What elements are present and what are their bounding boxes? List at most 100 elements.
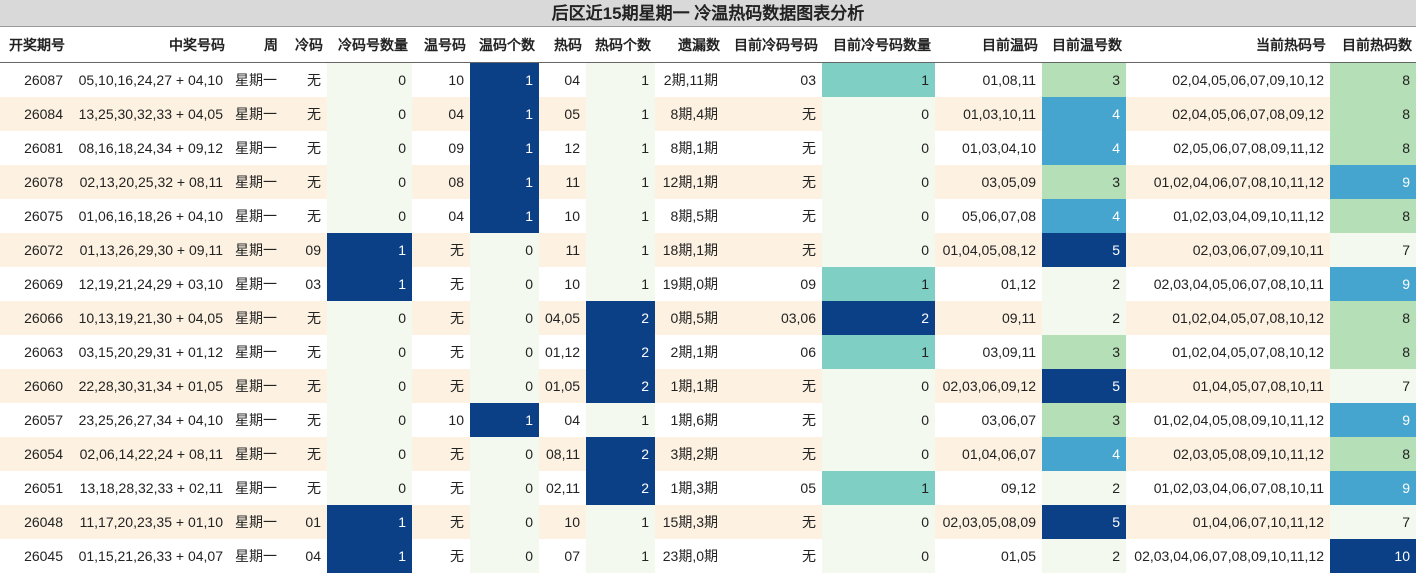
table-cell: 星期一 (229, 165, 282, 199)
table-cell: 4 (1042, 199, 1126, 233)
table-cell: 1 (586, 165, 655, 199)
table-cell: 2 (1042, 471, 1126, 505)
column-header: 热码个数 (586, 27, 655, 63)
table-cell: 0 (822, 199, 935, 233)
table-cell: 星期一 (235, 72, 277, 88)
table-cell: 2 (1042, 267, 1126, 301)
table-cell: 1 (586, 403, 655, 437)
table-cell: 1 (327, 233, 412, 267)
table-cell: 08 (412, 165, 470, 199)
column-header: 遗漏数 (655, 27, 724, 63)
table-cell: 26045 (24, 548, 63, 564)
table-cell: 无 (307, 72, 321, 88)
table-cell: 1 (822, 267, 935, 301)
table-cell: 02,03,04,06,07,08,09,10,11,12 (1134, 548, 1324, 564)
table-cell: 8 (1330, 97, 1416, 131)
table-cell: 26063 (24, 344, 63, 360)
table-cell: 0 (470, 505, 539, 539)
table-cell: 26072 (0, 233, 69, 267)
table-cell: 8期,4期 (655, 97, 724, 131)
table-cell: 0 (327, 97, 412, 131)
table-cell: 23期,0期 (662, 548, 718, 564)
table-cell: 01,02,04,05,07,08,10,12 (1172, 344, 1324, 360)
table-cell: 03,15,20,29,31 + 01,12 (78, 344, 223, 360)
table-cell: 01,02,04,05,07,08,10,12 (1126, 301, 1330, 335)
table-cell: 01,13,26,29,30 + 09,11 (69, 233, 229, 267)
table-row: 26075 01,06,16,18,26 + 04,10 星期一无 0 04 1 10 1 8期… (0, 199, 1416, 233)
table-cell: 0 (470, 369, 539, 403)
table-cell: 01,12 (545, 344, 581, 360)
table-cell: 01,08,11 (982, 72, 1036, 88)
table-cell: 0 (327, 403, 412, 437)
table-cell: 0 (822, 539, 935, 573)
table-cell: 01,12 (1000, 276, 1036, 292)
table-cell: 02,03,06,09,12 (935, 369, 1042, 403)
table-cell: 03,06,07 (981, 412, 1037, 428)
table-cell: 10 (1330, 539, 1416, 573)
table-cell: 1 (822, 335, 935, 369)
table-cell: 1期,6期 (670, 412, 718, 428)
table-cell: 18期,1期 (655, 233, 724, 267)
column-header: 热码 (539, 27, 586, 63)
table-cell: 无 (282, 369, 327, 403)
table-cell: 1 (586, 233, 655, 267)
table-cell: 无 (724, 437, 822, 471)
table-cell: 04 (412, 97, 470, 131)
table-cell: 无 (412, 233, 470, 267)
table-cell: 03 (800, 72, 816, 88)
table-cell: 2 (586, 301, 655, 335)
table-cell: 5 (1042, 369, 1126, 403)
table-cell: 02,05,06,07,08,09,11,12 (1173, 140, 1324, 156)
table-row: 26066 10,13,19,21,30 + 04,05 星期一无 0 无 0 04,05 2… (0, 301, 1416, 335)
table-cell: 无 (450, 344, 464, 360)
table-row: 26057 23,25,26,27,34 + 04,10 星期一无 0 10 1 04 1 1期… (0, 403, 1416, 437)
table-cell: 星期一 (229, 505, 282, 539)
table-cell: 1 (470, 165, 539, 199)
table-cell: 星期一 (235, 344, 277, 360)
table-cell: 1 (586, 97, 655, 131)
table-cell: 05,06,07,08 (962, 208, 1036, 224)
table-cell: 02,03,06,07,09,10,11 (1126, 233, 1330, 267)
table-cell: 12 (564, 140, 580, 156)
table-cell: 无 (412, 369, 470, 403)
table-cell: 0 (822, 369, 935, 403)
table-cell: 1 (327, 267, 412, 301)
table-cell: 无 (307, 480, 321, 496)
table-cell: 8 (1330, 301, 1416, 335)
table-cell: 无 (724, 505, 822, 539)
column-header: 目前温码 (935, 27, 1042, 63)
table-cell: 无 (307, 140, 321, 156)
table-cell: 无 (724, 233, 822, 267)
column-header: 开奖期号 (0, 27, 69, 63)
table-cell: 0 (470, 437, 539, 471)
table-row: 26072 01,13,26,29,30 + 09,11 星期一 09 1 无 0 11 1 18… (0, 233, 1416, 267)
table-cell: 0 (327, 471, 412, 505)
table-cell: 09,12 (1000, 480, 1036, 496)
table-cell: 11,17,20,23,35 + 01,10 (69, 505, 229, 539)
table-cell: 9 (1330, 165, 1416, 199)
table-cell: 02,11 (546, 480, 580, 496)
table-cell: 3期,2期 (655, 437, 724, 471)
table-cell: 01,15,21,26,33 + 04,07 (78, 548, 223, 564)
table-cell: 1 (470, 131, 539, 165)
table-cell: 10 (448, 412, 464, 428)
table-cell: 1期,3期 (670, 480, 718, 496)
table-cell: 01,03,10,11 (935, 97, 1042, 131)
table-cell: 26075 (24, 208, 63, 224)
table-cell: 26057 (24, 412, 63, 428)
table-cell: 无 (802, 412, 816, 428)
table-cell: 1 (327, 505, 412, 539)
column-header: 周 (229, 27, 282, 63)
table-cell: 26081 (24, 140, 63, 156)
column-header: 目前冷号码数量 (822, 27, 935, 63)
table-cell: 03,09,11 (982, 344, 1036, 360)
table-cell: 1 (470, 97, 539, 131)
table-cell: 03 (305, 276, 321, 292)
table-cell: 02,06,14,22,24 + 08,11 (69, 437, 229, 471)
table-cell: 无 (724, 97, 822, 131)
table-cell: 04 (448, 208, 464, 224)
table-cell: 星期一 (229, 233, 282, 267)
column-header: 目前冷码号码 (724, 27, 822, 63)
table-cell: 3 (1042, 335, 1126, 369)
table-cell: 12,19,21,24,29 + 03,10 (78, 276, 223, 292)
